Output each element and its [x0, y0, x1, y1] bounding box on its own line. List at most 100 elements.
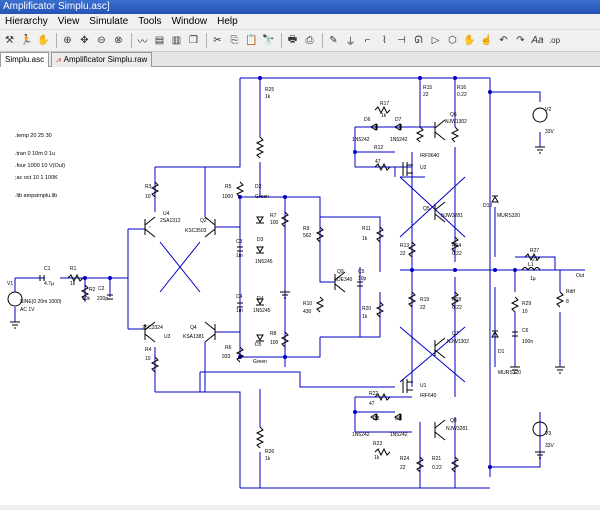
svg-text:IRF9640: IRF9640 [420, 153, 439, 159]
svg-text:D8: D8 [373, 416, 380, 422]
tab-schematic[interactable]: Simplu.asc [0, 52, 49, 67]
resistor-rdif [557, 292, 563, 307]
svg-text:1N5242: 1N5242 [390, 432, 408, 438]
svg-text:R13: R13 [400, 243, 409, 249]
svg-text:NJW1302: NJW1302 [445, 119, 467, 125]
capacitor-icon[interactable]: ⊣ [394, 33, 409, 48]
text-icon[interactable]: Aa [530, 33, 545, 48]
svg-text:R25: R25 [265, 87, 274, 93]
svg-text:V1: V1 [7, 281, 13, 287]
resistor-r5 [237, 182, 243, 197]
hammer-icon[interactable]: ⚒ [2, 33, 17, 48]
print-icon[interactable]: ⎙ [302, 33, 317, 48]
cut-icon[interactable]: ✂ [210, 33, 225, 48]
schematic-drawing[interactable]: .temp 20 25 30 .tran 0 10m 0 1u .four 10… [0, 67, 600, 505]
svg-text:Q5: Q5 [423, 206, 430, 212]
wire-icon[interactable]: ✎ [326, 33, 341, 48]
inductor-icon[interactable]: ᘏ [411, 33, 426, 48]
tab-waveform[interactable]: ⩘ Amplificator Simplu.raw [51, 52, 152, 67]
svg-text:D3: D3 [257, 237, 264, 243]
zoom-in-icon[interactable]: ⊕ [60, 33, 75, 48]
print-setup-icon[interactable]: 🖶 [285, 33, 300, 48]
resistor-r26 [257, 427, 263, 448]
menu-hierarchy[interactable]: Hierarchy [0, 14, 53, 29]
svg-text:1N5245: 1N5245 [253, 308, 271, 314]
svg-text:D9: D9 [395, 416, 402, 422]
svg-text:MURS320: MURS320 [498, 370, 521, 376]
svg-text:Q4: Q4 [190, 325, 197, 331]
svg-text:R7: R7 [270, 213, 277, 219]
directive-ac: ;ac oct 10 1 100K [15, 175, 58, 181]
svg-text:R17: R17 [380, 101, 389, 107]
svg-text:U1: U1 [420, 383, 427, 389]
waveform-icon[interactable]: 〰 [135, 33, 150, 48]
tile-horizontal-icon[interactable]: ▤ [152, 33, 167, 48]
zoom-out-icon[interactable]: ⊖ [94, 33, 109, 48]
halt-icon[interactable]: ✋ [36, 33, 51, 48]
svg-text:Q2: Q2 [200, 218, 207, 224]
menu-bar: Hierarchy View Simulate Tools Window Hel… [0, 14, 600, 30]
undo-icon[interactable]: ↶ [496, 33, 511, 48]
svg-text:Rdif: Rdif [566, 289, 576, 295]
svg-text:10k: 10k [82, 296, 91, 302]
schematic-canvas[interactable]: .temp 20 25 30 .tran 0 10m 0 1u .four 10… [0, 67, 600, 505]
svg-text:Out: Out [576, 273, 585, 279]
zoom-pan-icon[interactable]: ✥ [77, 33, 92, 48]
svg-text:R10: R10 [303, 301, 312, 307]
directive-tran: .tran 0 10m 0 1u [15, 151, 55, 157]
spice-directive-icon[interactable]: .op [547, 33, 562, 48]
resistor-icon[interactable]: ⌇ [377, 33, 392, 48]
diode-icon[interactable]: ▷ [428, 33, 443, 48]
directive-temp: .temp 20 25 30 [15, 133, 52, 139]
svg-text:R1: R1 [70, 266, 77, 272]
waveform-icon: ⩘ [56, 53, 61, 67]
diode-d2 [256, 217, 264, 223]
tile-vertical-icon[interactable]: ▥ [169, 33, 184, 48]
svg-text:1k: 1k [362, 314, 368, 320]
svg-text:D5: D5 [255, 342, 262, 348]
window-title: Amplificator Simplu.asc] [0, 0, 600, 14]
label-icon[interactable]: ⌐ [360, 33, 375, 48]
svg-text:D7: D7 [395, 117, 402, 123]
svg-text:R16: R16 [457, 85, 466, 91]
redo-icon[interactable]: ↷ [513, 33, 528, 48]
run-icon[interactable]: 🏃 [19, 33, 34, 48]
directive-lib: .lib ampsimplu.lib [15, 193, 57, 199]
svg-text:1µ: 1µ [530, 276, 536, 282]
copy-icon[interactable]: ⎘ [227, 33, 242, 48]
svg-text:1k: 1k [265, 456, 271, 462]
svg-text:C5: C5 [358, 269, 365, 275]
menu-tools[interactable]: Tools [133, 14, 166, 29]
svg-text:Q9: Q9 [337, 269, 344, 275]
menu-window[interactable]: Window [167, 14, 213, 29]
paste-icon[interactable]: 📋 [244, 33, 259, 48]
wire-nodes [83, 76, 517, 469]
menu-view[interactable]: View [53, 14, 85, 29]
svg-text:R27: R27 [530, 248, 539, 254]
component-icon[interactable]: ⬡ [445, 33, 460, 48]
svg-text:220p: 220p [97, 296, 108, 302]
svg-text:NJW3281: NJW3281 [446, 426, 468, 432]
svg-text:KSC3503: KSC3503 [185, 228, 207, 234]
svg-text:R2: R2 [89, 287, 96, 293]
svg-text:430: 430 [303, 309, 312, 315]
ground-icon[interactable]: ⏚ [343, 33, 358, 48]
menu-help[interactable]: Help [212, 14, 243, 29]
transistor-q4 [205, 322, 215, 342]
svg-text:C4: C4 [236, 294, 243, 300]
svg-text:R5: R5 [225, 184, 232, 190]
svg-text:1000: 1000 [222, 194, 233, 200]
svg-text:10p: 10p [358, 276, 367, 282]
svg-text:10: 10 [145, 194, 151, 200]
move-icon[interactable]: ✋ [462, 33, 477, 48]
svg-text:562: 562 [303, 233, 312, 239]
svg-text:22: 22 [423, 92, 429, 98]
zoom-fit-icon[interactable]: ⊗ [111, 33, 126, 48]
drag-icon[interactable]: ☝ [479, 33, 494, 48]
find-icon[interactable]: 🔭 [261, 33, 276, 48]
svg-text:8: 8 [566, 299, 569, 305]
cascade-icon[interactable]: ❐ [186, 33, 201, 48]
toolbar-separator [281, 33, 282, 48]
svg-text:KSA1381: KSA1381 [183, 334, 204, 340]
menu-simulate[interactable]: Simulate [84, 14, 133, 29]
